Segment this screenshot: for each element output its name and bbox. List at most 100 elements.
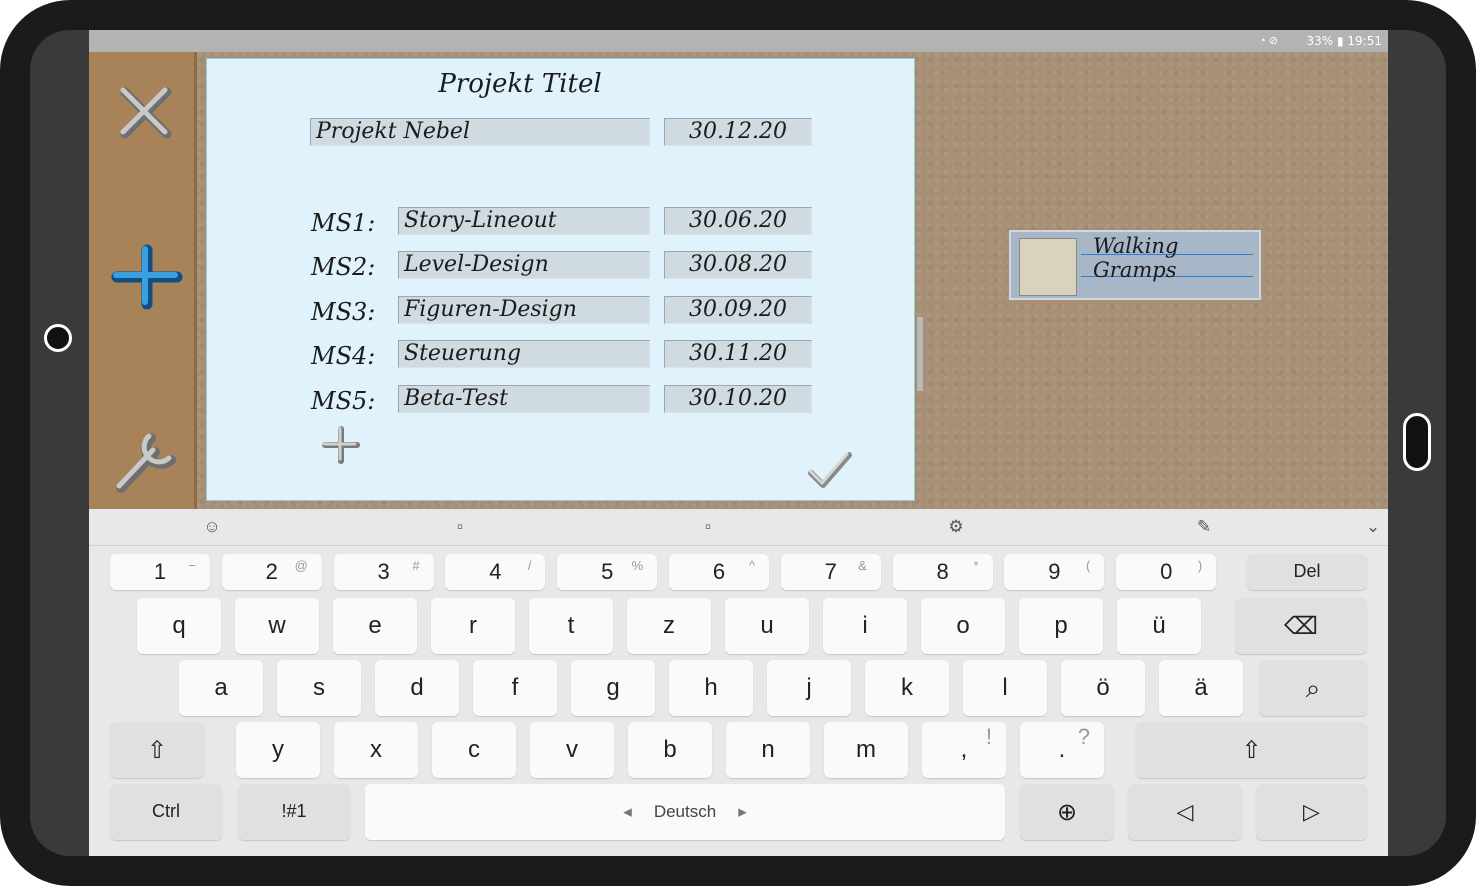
key-6-secondary: ^: [748, 558, 755, 573]
key-ö[interactable]: ö: [1061, 660, 1145, 716]
project-note-card[interactable]: Walking Gramps: [1009, 230, 1261, 300]
key-j-label: j: [806, 674, 812, 701]
key-ü[interactable]: ü: [1117, 598, 1201, 654]
key-s[interactable]: s: [277, 660, 361, 716]
shift-right-key[interactable]: ⇧: [1136, 722, 1367, 778]
cursor-right-key[interactable]: ▷: [1256, 784, 1367, 840]
key-t[interactable]: t: [529, 598, 613, 654]
symbols-key[interactable]: !#1: [238, 784, 350, 840]
emoji-icon[interactable]: ☺: [201, 516, 223, 538]
key-7[interactable]: 7 &: [780, 554, 881, 590]
key-2[interactable]: 2 @: [221, 554, 322, 590]
key-1[interactable]: 1−: [110, 554, 210, 590]
gif-icon[interactable]: ▫: [697, 516, 719, 538]
handwriting-icon[interactable]: ✎: [1193, 516, 1215, 538]
key-0[interactable]: 0): [1116, 554, 1217, 590]
key-p[interactable]: p: [1019, 598, 1103, 654]
project-name-field[interactable]: Projekt Nebel: [310, 118, 650, 146]
key-i[interactable]: i: [823, 598, 907, 654]
key-n[interactable]: n: [726, 722, 810, 778]
ms5-label: MS5:: [311, 387, 376, 415]
home-button[interactable]: [1403, 413, 1431, 471]
symbols-key-label: !#1: [281, 801, 307, 821]
key-h-label: h: [704, 674, 718, 701]
key-k[interactable]: k: [865, 660, 949, 716]
cursor-left-key[interactable]: ◁: [1128, 784, 1242, 840]
key-l[interactable]: l: [963, 660, 1047, 716]
key-e[interactable]: e: [333, 598, 417, 654]
key-8[interactable]: 8 *: [892, 554, 993, 590]
ms2-name-field[interactable]: Level-Design: [398, 251, 650, 279]
cursor-right-key-label: ▷: [1303, 799, 1320, 824]
key-ö-label: ö: [1096, 674, 1110, 701]
key-i-label: i: [862, 612, 868, 639]
key-1-secondary: −: [188, 558, 196, 573]
shift-right-key-label: ⇧: [1241, 737, 1262, 764]
globe-key[interactable]: ⊕: [1020, 784, 1114, 840]
note-image: [1019, 238, 1077, 296]
close-icon[interactable]: [107, 74, 187, 154]
key-5[interactable]: 5%: [557, 554, 658, 590]
key-f[interactable]: f: [473, 660, 557, 716]
key-g[interactable]: g: [571, 660, 655, 716]
plus-icon[interactable]: [107, 238, 187, 318]
key-ä[interactable]: ä: [1159, 660, 1243, 716]
key-comma-secondary: !: [985, 724, 992, 749]
ms5-name-field[interactable]: Beta-Test: [398, 385, 650, 413]
gear-icon[interactable]: ⚙: [945, 516, 967, 538]
key-period[interactable]: .?: [1020, 722, 1104, 778]
shift-left-key[interactable]: ⇧: [110, 722, 204, 778]
key-w[interactable]: w: [235, 598, 319, 654]
on-screen-keyboard: ☺ ▫ ▫ ⚙ ✎ ⌄ 1− 2 @ 3 # 4/5% 6 ^ 7 & 8 * 9( 0) Del q w e r t…: [89, 509, 1388, 856]
key-7-secondary: &: [858, 558, 867, 573]
search-key[interactable]: ⌕: [1259, 660, 1367, 716]
ms3-date-field[interactable]: 30.09.20: [664, 296, 812, 324]
key-3[interactable]: 3 #: [333, 554, 434, 590]
key-z-label: z: [663, 612, 675, 639]
chevron-down-icon[interactable]: ⌄: [1362, 516, 1384, 538]
ms1-name-field[interactable]: Story-Lineout: [398, 207, 650, 235]
wrench-icon[interactable]: [107, 420, 187, 500]
dialog-title: Projekt Titel: [438, 69, 602, 99]
key-x[interactable]: x: [334, 722, 418, 778]
ms4-name-field[interactable]: Steuerung: [398, 340, 650, 368]
note-title-line1: Walking: [1093, 234, 1179, 258]
key-j[interactable]: j: [767, 660, 851, 716]
key-a-label: a: [214, 674, 228, 701]
ctrl-key-label: Ctrl: [152, 801, 180, 821]
key-b[interactable]: b: [628, 722, 712, 778]
ms4-label: MS4:: [311, 342, 376, 370]
key-6[interactable]: 6 ^: [669, 554, 769, 590]
key-m[interactable]: m: [824, 722, 908, 778]
key-9[interactable]: 9(: [1004, 554, 1105, 590]
ms1-date-field[interactable]: 30.06.20: [664, 207, 812, 235]
checkmark-icon[interactable]: [807, 451, 853, 491]
key-q[interactable]: q: [137, 598, 221, 654]
ms4-date-field[interactable]: 30.11.20: [664, 340, 812, 368]
sticker-icon[interactable]: ▫: [449, 516, 471, 538]
key-r[interactable]: r: [431, 598, 515, 654]
key-c[interactable]: c: [432, 722, 516, 778]
key-a[interactable]: a: [179, 660, 263, 716]
key-o[interactable]: o: [921, 598, 1005, 654]
key-z[interactable]: z: [627, 598, 711, 654]
keyboard-toolbar: ☺ ▫ ▫ ⚙ ✎ ⌄: [89, 509, 1388, 546]
ctrl-key[interactable]: Ctrl: [110, 784, 222, 840]
del-key[interactable]: Del: [1247, 554, 1367, 590]
ms3-name-field[interactable]: Figuren-Design: [398, 296, 650, 324]
key-4[interactable]: 4/: [445, 554, 546, 590]
backspace-key[interactable]: ⌫: [1235, 598, 1367, 654]
key-d[interactable]: d: [375, 660, 459, 716]
key-v[interactable]: v: [530, 722, 614, 778]
add-milestone-icon[interactable]: [319, 423, 363, 467]
project-date-field[interactable]: 30.12.20: [664, 118, 812, 146]
ms2-date-field[interactable]: 30.08.20: [664, 251, 812, 279]
ms5-date-field[interactable]: 30.10.20: [664, 385, 812, 413]
key-comma[interactable]: ,!: [922, 722, 1006, 778]
key-y[interactable]: y: [236, 722, 320, 778]
key-h[interactable]: h: [669, 660, 753, 716]
battery-level: 33%: [1306, 34, 1334, 48]
space-key[interactable]: ◂ Deutsch ▸: [365, 784, 1005, 840]
dialog-resize-handle[interactable]: [917, 317, 923, 391]
key-u[interactable]: u: [725, 598, 809, 654]
